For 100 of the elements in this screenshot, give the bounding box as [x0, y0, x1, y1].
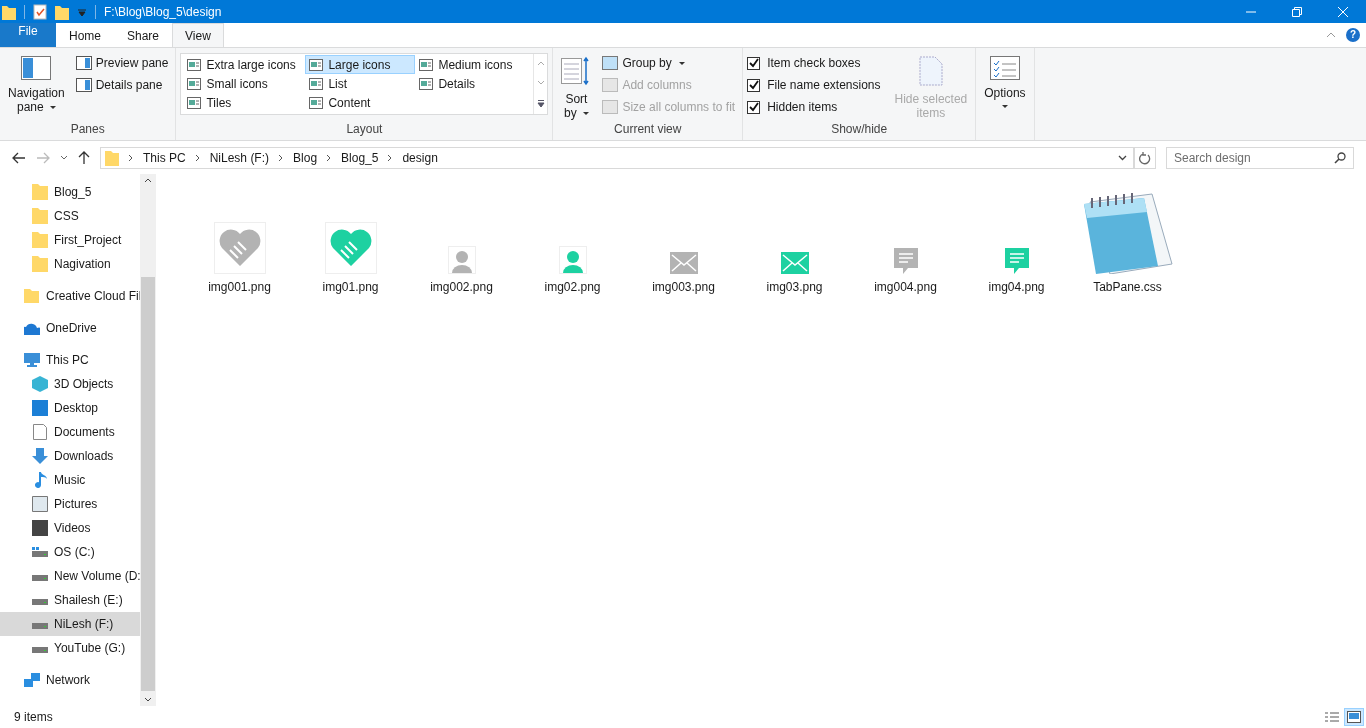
breadcrumb[interactable]: NiLesh (F:)	[209, 151, 270, 165]
properties-icon[interactable]	[33, 3, 47, 20]
pane-button[interactable]: Details pane	[72, 75, 172, 95]
file-item[interactable]: img001.png	[184, 222, 295, 294]
back-icon[interactable]	[12, 152, 26, 164]
nav-item[interactable]: 3D Objects	[0, 372, 140, 396]
pane-layout-icon	[75, 78, 92, 92]
view-layout-icon	[419, 77, 434, 90]
chevron-icon[interactable]	[194, 154, 201, 162]
breadcrumb[interactable]: Blog	[293, 151, 318, 165]
pane-button[interactable]: Preview pane	[72, 53, 172, 73]
ribbon-tab[interactable]: Home	[56, 23, 114, 47]
options-button[interactable]: Options	[980, 51, 1030, 140]
nav-item[interactable]: YouTube (G:)	[0, 636, 140, 660]
nav-item[interactable]: Music	[0, 468, 140, 492]
file-item[interactable]: img004.png	[850, 248, 961, 294]
checkbox[interactable]	[747, 56, 761, 70]
address-bar[interactable]: This PC NiLesh (F:) Blog Blog_5 design	[100, 147, 1134, 169]
layout-option[interactable]: Details	[415, 74, 532, 93]
dropdown-icon[interactable]	[1118, 155, 1127, 161]
item-count: 9 items	[14, 710, 53, 724]
nav-item[interactable]: OneDrive	[0, 316, 140, 340]
breadcrumb[interactable]: Blog_5	[341, 151, 379, 165]
view-layout-icon	[187, 77, 202, 90]
nav-item[interactable]: Videos	[0, 516, 140, 540]
refresh-icon	[1139, 151, 1151, 165]
chevron-icon[interactable]	[387, 154, 394, 162]
ribbon-tab[interactable]: Share	[114, 23, 173, 47]
checkbox[interactable]	[747, 100, 761, 114]
checkbox-label: Hidden items	[767, 100, 838, 114]
nav-item[interactable]: New Volume (D:	[0, 564, 140, 588]
file-item[interactable]: img03.png	[739, 252, 850, 294]
nav-item[interactable]: OS (C:)	[0, 540, 140, 564]
layout-option[interactable]: List	[305, 74, 416, 93]
recent-locations-icon[interactable]	[60, 155, 68, 161]
folder-icon	[32, 232, 48, 248]
layout-option[interactable]: Large icons	[305, 55, 416, 74]
breadcrumb[interactable]: This PC	[143, 151, 186, 165]
breadcrumb[interactable]: design	[402, 151, 438, 165]
view-layout-icon	[187, 96, 202, 109]
up-icon[interactable]	[78, 151, 90, 165]
file-item[interactable]: img04.png	[961, 248, 1072, 294]
nav-item[interactable]: Blog_5	[0, 180, 140, 204]
collapse-ribbon-icon[interactable]	[1326, 32, 1336, 38]
nav-item[interactable]: First_Project	[0, 228, 140, 252]
nav-item[interactable]: CSS	[0, 204, 140, 228]
cloud-folder-icon	[24, 289, 40, 303]
file-item[interactable]: img002.png	[406, 246, 517, 294]
nav-item[interactable]: Network	[0, 668, 140, 692]
layout-option[interactable]: Medium icons	[415, 55, 532, 74]
nav-item[interactable]: This PC	[0, 348, 140, 372]
nav-item[interactable]: Pictures	[0, 492, 140, 516]
file-item[interactable]: TabPane.css	[1072, 188, 1183, 294]
group-label: Show/hide	[830, 122, 889, 138]
nav-item[interactable]: Desktop	[0, 396, 140, 420]
file-item[interactable]: img003.png	[628, 252, 739, 294]
chevron-icon[interactable]	[326, 154, 333, 162]
layout-option[interactable]: Small icons	[183, 74, 306, 93]
file-name: img001.png	[208, 280, 271, 294]
layout-option[interactable]: Content	[305, 93, 416, 112]
nav-item[interactable]: NiLesh (F:)	[0, 612, 140, 636]
sort-by-button[interactable]: Sort by	[557, 51, 596, 122]
view-layout-icon	[309, 96, 324, 109]
restore-icon[interactable]	[1292, 6, 1302, 17]
download-arrow-icon	[32, 448, 48, 464]
scroll-down-icon[interactable]	[144, 697, 152, 702]
film-icon	[32, 520, 48, 536]
scroll-up-icon[interactable]	[144, 178, 152, 183]
nav-item[interactable]: Nagivation	[0, 252, 140, 276]
view-layout-icon	[309, 77, 324, 90]
ribbon-tab[interactable]: File	[0, 23, 56, 47]
navigation-pane-button[interactable]: Navigation pane	[4, 51, 69, 122]
search-field[interactable]: Search design	[1166, 147, 1354, 169]
checkbox-label: Item check boxes	[767, 56, 861, 70]
nav-item[interactable]: Shailesh (E:)	[0, 588, 140, 612]
close-icon[interactable]	[1338, 6, 1348, 17]
file-item[interactable]: img01.png	[295, 222, 406, 294]
refresh-button[interactable]	[1134, 147, 1156, 169]
layout-option[interactable]: Tiles	[183, 93, 306, 112]
group-label: Layout	[345, 122, 384, 138]
checkbox[interactable]	[747, 78, 761, 92]
chevron-icon[interactable]	[128, 154, 134, 162]
ribbon-tab[interactable]: View	[172, 23, 224, 48]
document-icon	[32, 424, 48, 440]
file-name: img003.png	[652, 280, 715, 294]
nav-item[interactable]: Downloads	[0, 444, 140, 468]
music-note-icon	[32, 472, 48, 488]
new-folder-icon[interactable]	[55, 3, 69, 20]
large-icons-view-button[interactable]	[1344, 708, 1364, 726]
chevron-icon[interactable]	[278, 154, 285, 162]
scrollbar-thumb[interactable]	[141, 277, 155, 691]
nav-item[interactable]: Creative Cloud Fil	[0, 284, 140, 308]
file-item[interactable]: img02.png	[517, 246, 628, 294]
file-name: img02.png	[544, 280, 601, 294]
view-command-button[interactable]: Group by	[599, 53, 739, 73]
help-button[interactable]: ?	[1346, 28, 1360, 42]
expand-gallery-icon[interactable]	[536, 99, 545, 107]
nav-item[interactable]: Documents	[0, 420, 140, 444]
layout-option[interactable]: Extra large icons	[183, 55, 306, 74]
drive-icon	[32, 547, 48, 557]
